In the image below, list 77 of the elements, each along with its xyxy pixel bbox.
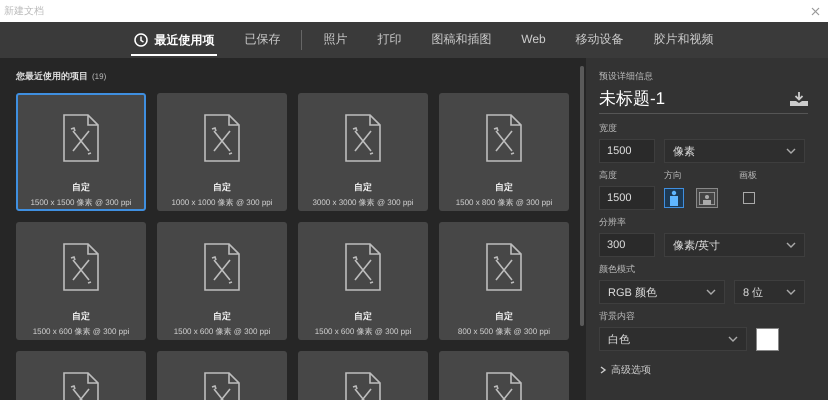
tab[interactable]: 移动设备 — [560, 22, 639, 58]
preset-size: 1500 x 600 像素 @ 300 ppi — [314, 326, 412, 337]
tab[interactable]: 照片 — [308, 22, 362, 58]
unit-dropdown[interactable]: 像素 — [664, 139, 805, 163]
preset-card[interactable]: 自定 1500 x 600 像素 @ 300 ppi — [298, 222, 428, 340]
scrollbar[interactable] — [580, 66, 584, 326]
section-heading: 您最近使用的项目 — [16, 70, 88, 83]
field-label: 颜色模式 — [599, 263, 636, 276]
input-field[interactable]: 300 — [599, 233, 655, 257]
preset-size: 800 x 500 像素 @ 300 ppi — [458, 326, 550, 337]
tab[interactable]: Web — [506, 22, 561, 58]
tab[interactable]: 已保存 — [229, 22, 296, 58]
preset-name: 自定 — [495, 310, 513, 323]
preset-size: 1500 x 600 像素 @ 300 ppi — [32, 326, 130, 337]
chevron-icon — [786, 289, 796, 295]
document-icon — [344, 113, 382, 163]
document-name[interactable]: 未标题-1 — [599, 87, 666, 110]
field-label: 高度 — [599, 169, 618, 182]
field-label: 背景内容 — [599, 310, 636, 323]
preset-card[interactable]: 自定 1500 x 600 像素 @ 300 ppi — [16, 222, 146, 340]
preset-card[interactable]: 自定 800 x 500 像素 @ 300 ppi — [439, 222, 569, 340]
chevron-icon — [786, 242, 796, 248]
chevron-icon — [706, 289, 716, 295]
landscape-icon — [699, 192, 715, 204]
preset-size: 1000 x 1000 像素 @ 300 ppi — [171, 197, 273, 208]
preset-name: 自定 — [495, 181, 513, 194]
save-preset-icon[interactable] — [790, 92, 808, 106]
chevron-icon — [599, 366, 607, 374]
color-mode-dropdown[interactable]: RGB 颜色 — [599, 280, 725, 304]
preset-size: 1500 x 1500 像素 @ 300 ppi — [30, 197, 132, 208]
field-label: 分辨率 — [599, 216, 627, 229]
preset-size: 1500 x 600 像素 @ 300 ppi — [174, 326, 270, 337]
preset-card[interactable]: 自定 1000 x 1000 像素 @ 300 ppi — [157, 93, 287, 211]
preset-name: 自定 — [354, 310, 372, 323]
input-field[interactable]: 1500 — [599, 186, 655, 210]
checkbox[interactable] — [743, 192, 755, 204]
preset-name: 自定 — [354, 181, 372, 194]
tab[interactable]: 图稿和插图 — [416, 22, 506, 58]
preset-size: 1500 x 800 像素 @ 300 ppi — [456, 197, 552, 208]
tab[interactable]: 打印 — [362, 22, 416, 58]
landscape-button[interactable] — [696, 188, 718, 208]
chevron-icon — [786, 148, 796, 154]
field-label: 方向 — [664, 169, 683, 182]
item-count: (19) — [92, 72, 106, 81]
advanced-options-toggle[interactable]: 高级选项 — [599, 363, 808, 377]
bit-depth-dropdown[interactable]: 8 位 — [734, 280, 805, 304]
preset-size: 3000 x 3000 像素 @ 300 ppi — [312, 197, 414, 208]
close-icon[interactable] — [811, 6, 820, 16]
document-icon — [485, 242, 523, 292]
color-swatch[interactable] — [756, 328, 779, 350]
window-title: 新建文档 — [4, 4, 44, 18]
preset-name: 自定 — [213, 181, 231, 194]
portrait-button[interactable] — [664, 188, 684, 208]
preset-card[interactable]: 自定 1500 x 1500 像素 @ 300 ppi — [16, 93, 146, 211]
field-label: 宽度 — [599, 122, 618, 135]
preset-card[interactable]: 自定 3000 x 3000 像素 @ 300 ppi — [298, 93, 428, 211]
document-icon — [62, 242, 100, 292]
document-icon — [203, 242, 241, 292]
preset-card[interactable]: 自定 1500 x 800 像素 @ 300 ppi — [439, 93, 569, 211]
clock-icon — [134, 33, 148, 47]
document-icon — [62, 113, 100, 163]
background-dropdown[interactable]: 白色 — [599, 327, 747, 351]
tab[interactable]: 胶片和视频 — [638, 22, 729, 58]
field-label: 预设详细信息 — [599, 70, 654, 83]
chevron-icon — [728, 336, 738, 342]
preset-name: 自定 — [72, 181, 90, 194]
preset-name: 自定 — [213, 310, 231, 323]
field-label: 画板 — [739, 169, 757, 182]
unit-dropdown[interactable]: 像素/英寸 — [664, 233, 805, 257]
preset-card[interactable]: 自定 1500 x 600 像素 @ 300 ppi — [157, 222, 287, 340]
preset-name: 自定 — [72, 310, 90, 323]
tab[interactable]: 最近使用项 — [119, 22, 230, 58]
document-icon — [203, 113, 241, 163]
document-icon — [485, 113, 523, 163]
input-field[interactable]: 1500 — [599, 139, 655, 163]
portrait-icon — [669, 190, 679, 206]
document-icon — [344, 242, 382, 292]
